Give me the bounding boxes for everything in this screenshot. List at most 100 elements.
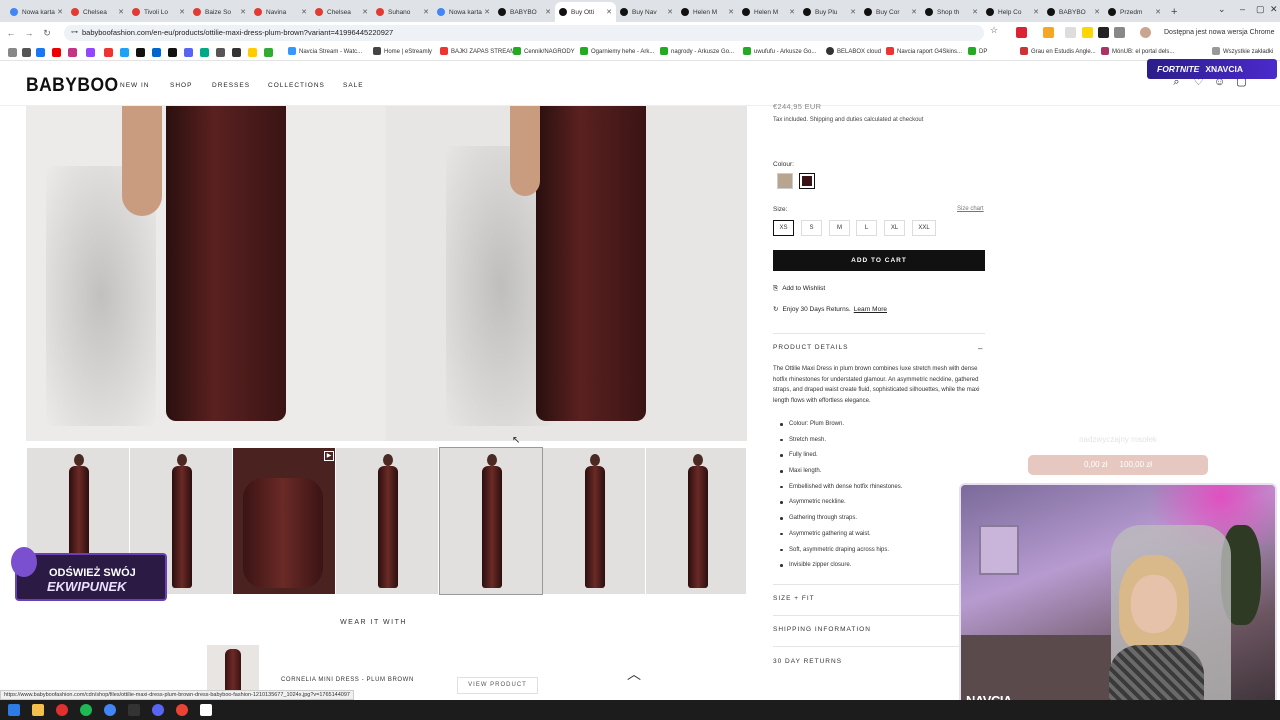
browser-tab[interactable]: Suhano ✕ [372,2,433,22]
browser-tab[interactable]: Przedm ✕ [1104,2,1165,22]
profile-avatar[interactable] [1140,27,1151,38]
browser-tab[interactable]: Baize So ✕ [189,2,250,22]
bookmark-navcia-stream[interactable]: Navcia Stream - Watc... [288,47,362,58]
bookmark-icon[interactable] [216,48,225,57]
tab-close-icon[interactable]: ✕ [484,8,490,16]
bookmark-uwufufu[interactable]: uwufufu - Arkusze Go... [743,47,816,58]
bookmark-icon[interactable] [264,48,273,57]
window-menu-icon[interactable]: ⌄ [1218,4,1226,15]
tab-close-icon[interactable]: ✕ [179,8,185,16]
nav-collections[interactable]: COLLECTIONS [268,82,325,89]
size-s[interactable]: S [801,220,822,236]
browser-tab[interactable]: Nowa karta ✕ [6,2,67,22]
tiktok-icon[interactable] [168,48,177,57]
size-xl[interactable]: XL [884,220,905,236]
browser-tab[interactable]: Helen M ✕ [677,2,738,22]
bookmark-star-icon[interactable]: ☆ [990,25,1001,36]
instagram-icon[interactable] [68,48,77,57]
bookmark-estreamly[interactable]: Home | eStreamly [373,47,432,58]
bookmark-icon[interactable] [248,48,257,57]
youtube-icon[interactable] [52,48,61,57]
browser-tab[interactable]: Buy Plu ✕ [799,2,860,22]
browser-tab[interactable]: Tivoli Lo ✕ [128,2,189,22]
browser-tab[interactable]: Chelsea ✕ [67,2,128,22]
returns-accordion[interactable]: 30 DAY RETURNS [773,658,842,665]
chrome-update-notice[interactable]: Dostępna jest nowa wersja Chrome [1160,26,1279,40]
swatch-plum-brown[interactable] [799,173,815,189]
browser-tab[interactable]: Buy Nav ✕ [616,2,677,22]
bookmark-dp[interactable]: DP [968,47,987,58]
chrome-icon[interactable] [104,704,116,716]
facebook-icon[interactable] [36,48,45,57]
size-xs[interactable]: XS [773,220,794,236]
size-l[interactable]: L [856,220,877,236]
back-icon[interactable]: ← [4,28,18,38]
bookmark-nagrody[interactable]: nagrody - Arkusze Go... [660,47,734,58]
extensions-puzzle-icon[interactable] [1114,27,1125,38]
product-details-accordion[interactable]: PRODUCT DETAILS [773,344,848,351]
thumbnail-3[interactable] [233,448,335,594]
tab-close-icon[interactable]: ✕ [1094,8,1100,16]
bookmark-belabox[interactable]: BELABOX cloud [826,47,881,58]
extension-icon[interactable] [1098,27,1109,38]
opera-icon[interactable] [56,704,68,716]
discord-icon[interactable] [152,704,164,716]
browser-tab[interactable]: Helen M ✕ [738,2,799,22]
bookmark-all[interactable]: Wszystkie zakładki [1212,47,1273,58]
tab-close-icon[interactable]: ✕ [789,8,795,16]
nav-dresses[interactable]: DRESSES [212,82,250,89]
swatch-beige[interactable] [777,173,793,189]
extension-icon[interactable] [1016,27,1027,38]
nav-new-in[interactable]: NEW IN [120,82,149,89]
tab-close-icon[interactable]: ✕ [728,8,734,16]
obs-icon[interactable] [128,704,140,716]
minimize-icon[interactable]: – [1240,4,1245,14]
site-logo[interactable]: BABYBOO [26,75,119,97]
tab-close-icon[interactable]: ✕ [850,8,856,16]
extension-icon[interactable] [1065,27,1076,38]
thumbnail-5-selected[interactable] [439,447,543,595]
thumbnail-4[interactable] [336,448,438,594]
play-icon[interactable]: ▶ [324,451,334,461]
nav-shop[interactable]: SHOP [170,82,192,89]
x-icon[interactable] [136,48,145,57]
browser-tab[interactable]: Nowa karta ✕ [433,2,494,22]
tab-close-icon[interactable]: ✕ [1033,8,1039,16]
scroll-to-top-icon[interactable]: ︿ [627,664,641,684]
size-m[interactable]: M [829,220,850,236]
app-icon[interactable] [200,704,212,716]
browser-tab[interactable]: Navina ✕ [250,2,311,22]
add-to-wishlist[interactable]: ⎘ Add to Wishlist [773,285,825,293]
tab-close-icon[interactable]: ✕ [972,8,978,16]
chrome-icon[interactable] [176,704,188,716]
wear-with-product-name[interactable]: CORNELIA MINI DRESS - PLUM BROWN [281,677,414,683]
browser-tab[interactable]: Chelsea ✕ [311,2,372,22]
browser-tab[interactable]: BABYBO ✕ [1043,2,1104,22]
tab-close-icon[interactable]: ✕ [57,8,63,16]
browser-tab[interactable]: Help Co ✕ [982,2,1043,22]
discord-icon[interactable] [184,48,193,57]
file-explorer-icon[interactable] [32,704,44,716]
new-tab-icon[interactable]: + [1171,6,1177,18]
tab-close-icon[interactable]: ✕ [911,8,917,16]
extension-icon[interactable] [1082,27,1093,38]
apps-icon[interactable] [8,48,17,57]
size-xxl[interactable]: XXL [912,220,936,236]
thumbnail-6[interactable] [543,448,645,594]
view-product-button[interactable]: VIEW PRODUCT [457,677,538,694]
bookmark-grau[interactable]: Grau en Estudis Angle... [1020,47,1096,58]
bookmark-icon[interactable] [152,48,161,57]
bookmark-icon[interactable] [104,48,113,57]
url-bar[interactable]: ⊶ babyboofashion.com/en-eu/products/otti… [64,25,984,41]
extension-icon[interactable] [1043,27,1054,38]
maximize-icon[interactable]: ▢ [1256,4,1265,15]
size-chart-link[interactable]: Size chart [957,206,984,212]
bookmark-icon[interactable] [22,48,31,57]
browser-tab[interactable]: BABYBO ✕ [494,2,555,22]
bookmark-icon[interactable] [120,48,129,57]
thumbnail-7[interactable] [646,448,746,594]
spotify-icon[interactable] [80,704,92,716]
size-fit-accordion[interactable]: SIZE + FIT [773,595,815,602]
twitch-icon[interactable] [86,48,95,57]
add-to-cart-button[interactable]: ADD TO CART [773,250,985,271]
